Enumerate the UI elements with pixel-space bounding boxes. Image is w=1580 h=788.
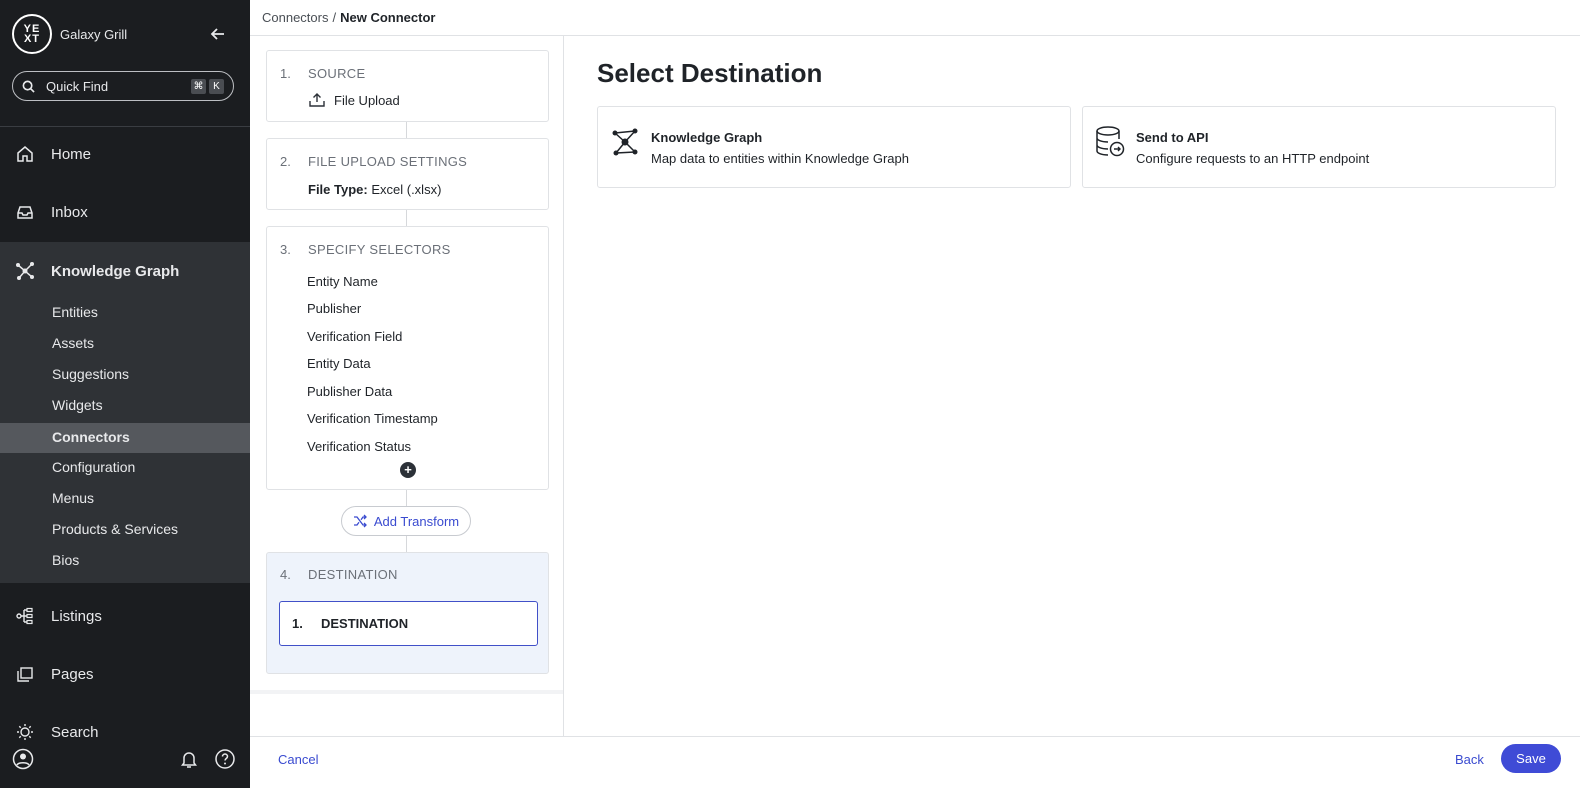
pages-icon bbox=[14, 663, 36, 685]
inbox-icon bbox=[14, 201, 36, 223]
quick-find-label: Quick Find bbox=[46, 78, 109, 94]
nav-label-knowledge-graph: Knowledge Graph bbox=[51, 262, 180, 280]
nav-label-inbox: Inbox bbox=[51, 203, 88, 221]
step-connector-line bbox=[406, 536, 407, 552]
file-type-label: File Type: bbox=[308, 182, 368, 197]
step-number: 4. bbox=[280, 567, 291, 582]
account-name: Galaxy Grill bbox=[60, 26, 128, 42]
quick-find-input[interactable]: Quick Find ⌘ K bbox=[12, 71, 234, 101]
nav-item-home[interactable]: Home bbox=[0, 125, 250, 183]
destination-option-send-to-api[interactable]: Send to API Configure requests to an HTT… bbox=[1082, 106, 1556, 188]
nav-item-inbox[interactable]: Inbox bbox=[0, 183, 250, 241]
breadcrumb: Connectors / New Connector bbox=[250, 0, 1580, 36]
knowledge-graph-icon bbox=[14, 260, 36, 282]
back-button[interactable]: Back bbox=[1455, 752, 1484, 767]
add-transform-button[interactable]: Add Transform bbox=[341, 506, 471, 536]
nav-label-home: Home bbox=[51, 145, 92, 163]
sidebar-item-configuration[interactable]: Configuration bbox=[52, 459, 135, 475]
step-title: SPECIFY SELECTORS bbox=[308, 242, 451, 257]
step-source-card[interactable]: 1. SOURCE File Upload bbox=[266, 50, 549, 122]
sidebar: YEXT Galaxy Grill Quick Find ⌘ K Home In… bbox=[0, 0, 250, 788]
help-icon[interactable] bbox=[214, 748, 236, 775]
step-connector-line bbox=[406, 210, 407, 226]
destination-substep[interactable]: 1. DESTINATION bbox=[279, 601, 538, 646]
step-specify-selectors-card[interactable]: 3. SPECIFY SELECTORS Entity Name Publish… bbox=[266, 226, 549, 490]
step-destination-card[interactable]: 4. DESTINATION 1. DESTINATION bbox=[266, 552, 549, 674]
substep-number: 1. bbox=[292, 616, 303, 631]
option-description: Configure requests to an HTTP endpoint bbox=[1136, 151, 1370, 166]
step-number: 3. bbox=[280, 242, 291, 257]
step-title: SOURCE bbox=[308, 66, 366, 81]
breadcrumb-current: New Connector bbox=[340, 10, 436, 25]
option-title: Knowledge Graph bbox=[651, 130, 763, 145]
shortcut-key-k: K bbox=[209, 78, 224, 94]
step-file-upload-settings-card[interactable]: 2. FILE UPLOAD SETTINGS File Type: Excel… bbox=[266, 138, 549, 210]
nav-item-knowledge-graph[interactable]: Knowledge Graph bbox=[0, 242, 250, 300]
search-icon bbox=[22, 80, 35, 93]
file-type-line: File Type: Excel (.xlsx) bbox=[308, 182, 441, 197]
step-connector-line bbox=[406, 490, 407, 506]
cancel-button[interactable]: Cancel bbox=[278, 752, 318, 767]
selector-item[interactable]: Verification Timestamp bbox=[307, 411, 438, 426]
nav-item-pages[interactable]: Pages bbox=[0, 645, 250, 703]
knowledge-graph-icon bbox=[610, 125, 640, 159]
file-type-value: Excel (.xlsx) bbox=[371, 182, 442, 197]
logo-text: YEXT bbox=[23, 23, 41, 45]
selector-item[interactable]: Entity Data bbox=[307, 356, 371, 371]
action-footer: Cancel Back Save bbox=[250, 736, 1580, 788]
shuffle-icon bbox=[353, 514, 367, 528]
shortcut-key-cmd: ⌘ bbox=[191, 78, 206, 94]
selector-item[interactable]: Publisher bbox=[307, 301, 361, 316]
sidebar-footer bbox=[0, 748, 250, 772]
save-button[interactable]: Save bbox=[1501, 744, 1561, 773]
nav-label-pages: Pages bbox=[51, 665, 94, 683]
substep-title: DESTINATION bbox=[321, 616, 409, 631]
nav-label-listings: Listings bbox=[51, 607, 102, 625]
nav-label-search: Search bbox=[51, 723, 99, 741]
sidebar-item-assets[interactable]: Assets bbox=[52, 335, 94, 351]
option-title: Send to API bbox=[1136, 130, 1209, 145]
listings-icon bbox=[14, 605, 36, 627]
step-title: FILE UPLOAD SETTINGS bbox=[308, 154, 468, 169]
panel-bottom-divider bbox=[250, 690, 563, 694]
page-title: Select Destination bbox=[597, 58, 823, 88]
lightbulb-icon bbox=[14, 721, 36, 743]
selector-item[interactable]: Publisher Data bbox=[307, 384, 392, 399]
add-transform-label: Add Transform bbox=[373, 513, 460, 529]
sidebar-item-suggestions[interactable]: Suggestions bbox=[52, 366, 129, 382]
sidebar-item-widgets[interactable]: Widgets bbox=[52, 397, 103, 413]
sidebar-item-bios[interactable]: Bios bbox=[52, 552, 79, 568]
sidebar-item-connectors[interactable]: Connectors bbox=[52, 429, 130, 445]
nav-item-listings[interactable]: Listings bbox=[0, 587, 250, 645]
step-number: 2. bbox=[280, 154, 291, 169]
step-title: DESTINATION bbox=[308, 567, 398, 582]
upload-icon bbox=[308, 91, 326, 114]
user-icon[interactable] bbox=[12, 748, 34, 775]
collapse-sidebar-button[interactable] bbox=[208, 24, 228, 44]
arrow-left-icon bbox=[210, 28, 224, 40]
destination-option-knowledge-graph[interactable]: Knowledge Graph Map data to entities wit… bbox=[597, 106, 1071, 188]
home-icon bbox=[14, 143, 36, 165]
selector-item[interactable]: Entity Name bbox=[307, 274, 378, 289]
database-api-icon bbox=[1095, 125, 1125, 159]
breadcrumb-separator: / bbox=[332, 10, 337, 25]
selector-item[interactable]: Verification Field bbox=[307, 329, 402, 344]
sidebar-item-entities[interactable]: Entities bbox=[52, 304, 98, 320]
yext-logo: YEXT bbox=[12, 14, 52, 54]
breadcrumb-connectors[interactable]: Connectors bbox=[262, 10, 328, 25]
source-value: File Upload bbox=[334, 93, 400, 108]
bell-icon[interactable] bbox=[178, 748, 200, 775]
add-selector-icon[interactable]: + bbox=[400, 462, 416, 478]
sidebar-item-products-services[interactable]: Products & Services bbox=[52, 521, 178, 537]
connector-steps-panel: 1. SOURCE File Upload 2. FILE UPLOAD SET… bbox=[250, 36, 564, 736]
step-number: 1. bbox=[280, 66, 291, 81]
knowledge-graph-section: Knowledge Graph Entities Assets Suggesti… bbox=[0, 242, 250, 583]
sidebar-item-menus[interactable]: Menus bbox=[52, 490, 94, 506]
brand[interactable]: YEXT Galaxy Grill bbox=[12, 14, 127, 54]
step-connector-line bbox=[406, 122, 407, 138]
selector-item[interactable]: Verification Status bbox=[307, 439, 411, 454]
option-description: Map data to entities within Knowledge Gr… bbox=[651, 151, 909, 166]
